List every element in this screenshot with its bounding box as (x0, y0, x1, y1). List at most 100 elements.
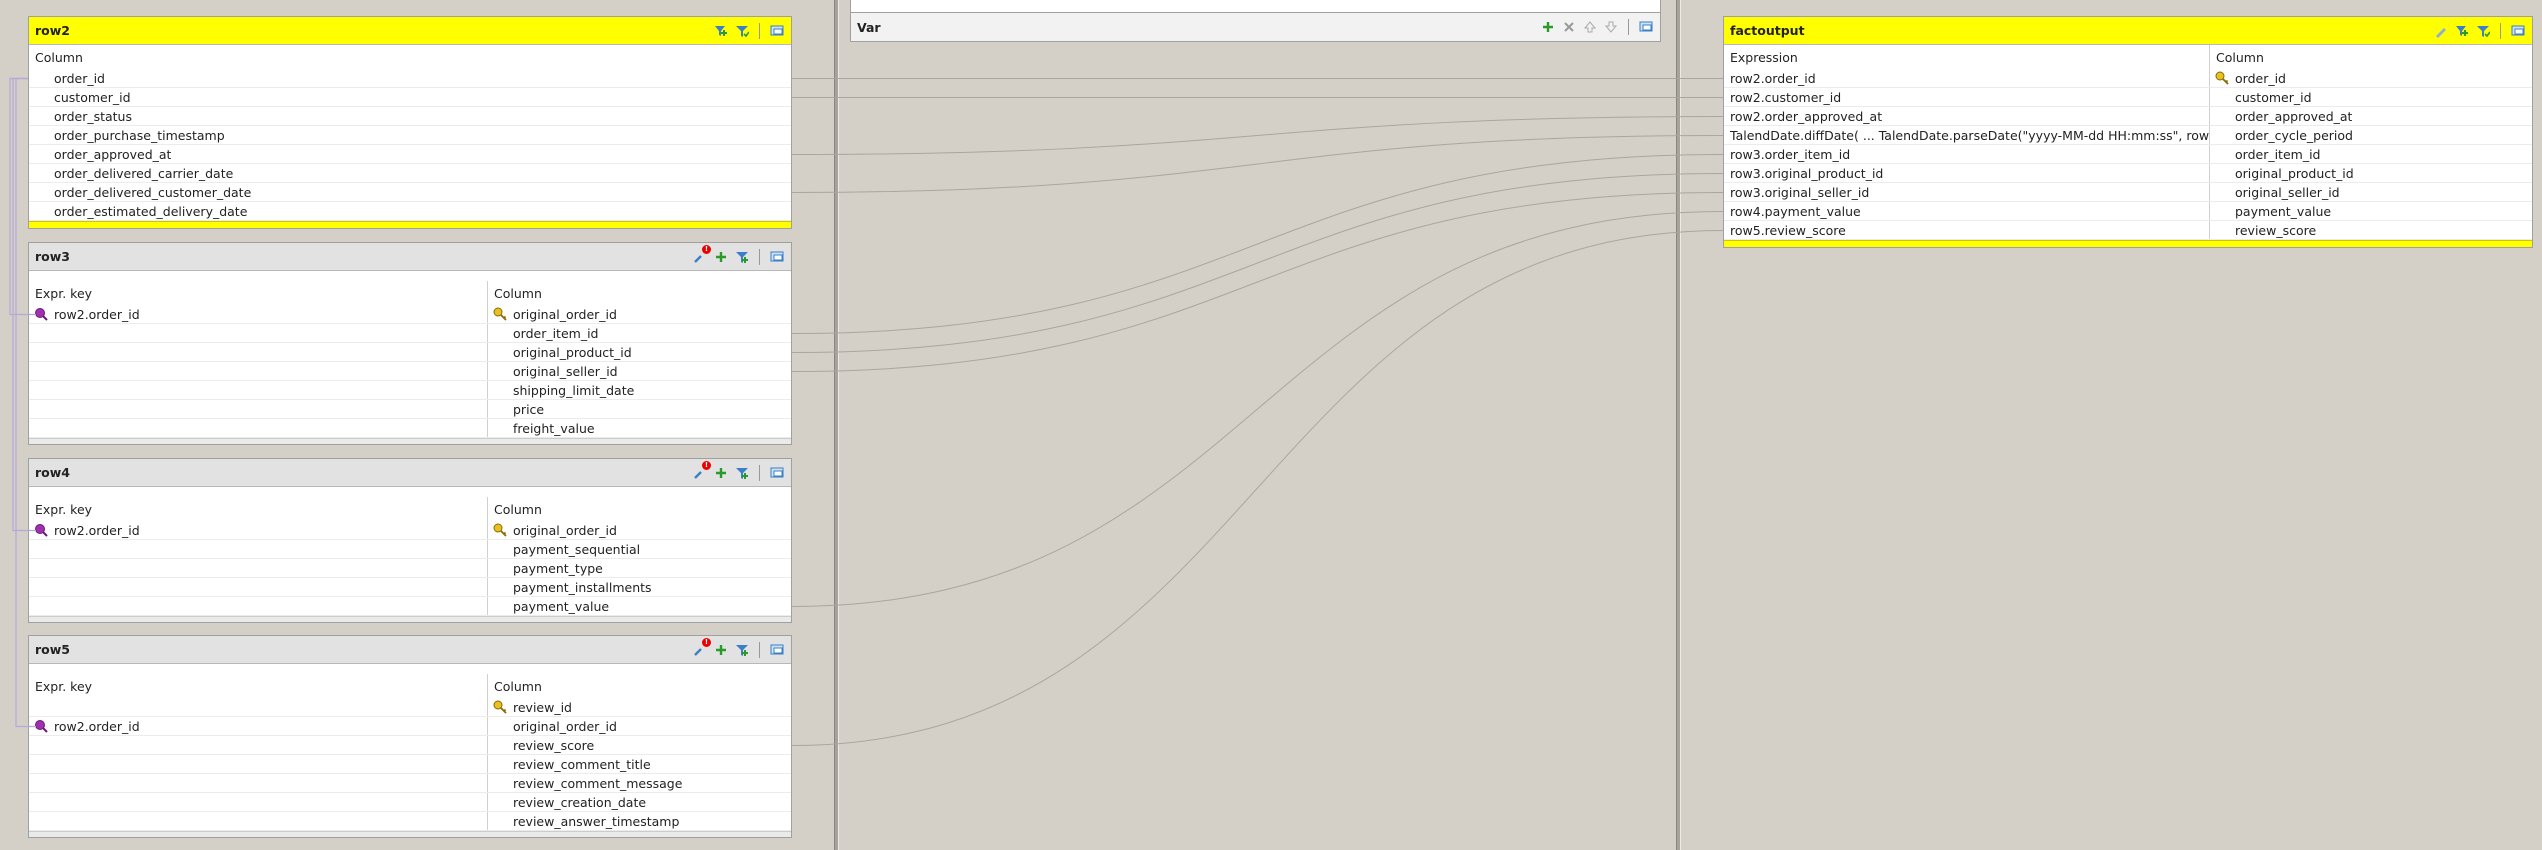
expr-key-cell[interactable] (29, 774, 487, 792)
add-icon[interactable] (1540, 19, 1556, 35)
output-column[interactable]: customer_id (2209, 88, 2312, 106)
add-column-icon[interactable] (713, 465, 729, 481)
remove-icon[interactable] (1561, 19, 1577, 35)
expression-cell[interactable]: row3.original_seller_id (1724, 183, 2209, 201)
filter-icon[interactable] (734, 249, 750, 265)
table-row[interactable]: payment_sequential (29, 540, 791, 559)
table-row[interactable]: order_purchase_timestamp (29, 126, 791, 145)
output-column[interactable]: original_product_id (2209, 164, 2354, 182)
table-row[interactable]: payment_installments (29, 578, 791, 597)
table-row[interactable]: order_approved_at (29, 145, 791, 164)
table-row[interactable]: review_creation_date (29, 793, 791, 812)
filter-icon[interactable] (734, 642, 750, 658)
expr-key-cell[interactable] (29, 381, 487, 399)
expr-key-cell[interactable]: row2.order_id (29, 305, 487, 323)
table-row[interactable]: review_id (29, 698, 791, 717)
table-row[interactable]: order_status (29, 107, 791, 126)
table-row[interactable]: shipping_limit_date (29, 381, 791, 400)
expression-cell[interactable]: row3.original_product_id (1724, 164, 2209, 182)
expression-cell[interactable]: row2.order_id (1724, 69, 2209, 87)
table-row[interactable]: order_delivered_customer_date (29, 183, 791, 202)
column-name[interactable]: payment_value (487, 597, 609, 615)
table-row[interactable]: row3.order_item_id order_item_id (1724, 145, 2532, 164)
column-name[interactable]: order_approved_at (29, 145, 171, 163)
column-name[interactable]: review_comment_title (487, 755, 651, 773)
column-name[interactable]: original_product_id (487, 343, 632, 361)
column-name[interactable]: review_answer_timestamp (487, 812, 679, 830)
table-row[interactable]: row2.customer_id customer_id (1724, 88, 2532, 107)
table-row[interactable]: price (29, 400, 791, 419)
table-row[interactable]: payment_value (29, 597, 791, 616)
lookup-settings-icon[interactable]: ! (692, 460, 711, 481)
column-name[interactable]: payment_type (487, 559, 603, 577)
table-row[interactable]: row2.order_id original_order_id (29, 305, 791, 324)
add-filter-icon[interactable] (713, 23, 729, 39)
column-name[interactable]: order_status (29, 107, 132, 125)
expression-cell[interactable]: row2.order_approved_at (1724, 107, 2209, 125)
table-row[interactable]: row3.original_product_id original_product… (1724, 164, 2532, 183)
column-name[interactable]: price (487, 400, 544, 418)
table-row[interactable]: row2.order_id original_order_id (29, 521, 791, 540)
add-column-icon[interactable] (713, 249, 729, 265)
add-filter-icon[interactable] (2454, 23, 2470, 39)
expr-key-cell[interactable] (29, 362, 487, 380)
column-name-key[interactable]: original_order_id (487, 305, 617, 323)
output-column[interactable]: order_item_id (2209, 145, 2320, 163)
column-name[interactable]: payment_sequential (487, 540, 640, 558)
minimize-icon[interactable] (769, 249, 785, 265)
column-name[interactable]: order_delivered_carrier_date (29, 164, 233, 182)
table-row[interactable]: row2.order_id order_id (1724, 69, 2532, 88)
table-row[interactable]: order_id (29, 69, 791, 88)
column-name-key[interactable]: original_order_id (487, 521, 617, 539)
table-row[interactable]: row2.order_id original_order_id (29, 717, 791, 736)
table-row[interactable]: order_delivered_carrier_date (29, 164, 791, 183)
table-row[interactable]: order_item_id (29, 324, 791, 343)
expr-key-cell[interactable] (29, 324, 487, 342)
expr-key-cell[interactable] (29, 540, 487, 558)
filter-icon[interactable] (734, 23, 750, 39)
minimize-icon[interactable] (769, 642, 785, 658)
expression-cell[interactable]: TalendDate.diffDate( ... TalendDate.pars… (1724, 126, 2209, 144)
table-row[interactable]: review_score (29, 736, 791, 755)
output-column[interactable]: review_score (2209, 221, 2316, 239)
output-column[interactable]: payment_value (2209, 202, 2331, 220)
column-name[interactable]: order_id (29, 69, 105, 87)
table-row[interactable]: original_seller_id (29, 362, 791, 381)
minimize-icon[interactable] (2510, 23, 2526, 39)
column-name[interactable]: order_purchase_timestamp (29, 126, 225, 144)
output-column[interactable]: order_cycle_period (2209, 126, 2353, 144)
lookup-settings-icon[interactable]: ! (692, 244, 711, 265)
output-column-key[interactable]: order_id (2209, 69, 2286, 87)
column-name[interactable]: payment_installments (487, 578, 652, 596)
table-row[interactable]: review_comment_message (29, 774, 791, 793)
var-panel[interactable] (839, 0, 1670, 850)
column-name[interactable]: review_creation_date (487, 793, 646, 811)
filter-icon[interactable] (734, 465, 750, 481)
column-name[interactable]: review_comment_message (487, 774, 682, 792)
table-row[interactable]: freight_value (29, 419, 791, 438)
expr-key-cell[interactable] (29, 343, 487, 361)
table-row[interactable]: TalendDate.diffDate( ... TalendDate.pars… (1724, 126, 2532, 145)
expression-cell[interactable]: row3.order_item_id (1724, 145, 2209, 163)
expr-key-cell[interactable] (29, 419, 487, 437)
table-row[interactable]: row2.order_approved_at order_approved_at (1724, 107, 2532, 126)
table-row[interactable]: row3.original_seller_id original_seller_i… (1724, 183, 2532, 202)
column-name[interactable]: freight_value (487, 419, 595, 437)
table-row[interactable]: review_answer_timestamp (29, 812, 791, 831)
expr-key-cell[interactable]: row2.order_id (29, 521, 487, 539)
column-name[interactable]: original_order_id (487, 717, 617, 735)
output-column[interactable]: order_approved_at (2209, 107, 2352, 125)
lookup-settings-icon[interactable]: ! (692, 637, 711, 658)
expression-cell[interactable]: row4.payment_value (1724, 202, 2209, 220)
expression-cell[interactable]: row5.review_score (1724, 221, 2209, 239)
expr-key-cell[interactable] (29, 578, 487, 596)
move-down-icon[interactable] (1603, 19, 1619, 35)
table-row[interactable]: row4.payment_value payment_value (1724, 202, 2532, 221)
filter-icon[interactable] (2475, 23, 2491, 39)
column-name[interactable]: order_item_id (487, 324, 598, 342)
minimize-icon[interactable] (769, 465, 785, 481)
expression-cell[interactable]: row2.customer_id (1724, 88, 2209, 106)
column-name[interactable]: order_estimated_delivery_date (29, 202, 247, 220)
table-row[interactable]: order_estimated_delivery_date (29, 202, 791, 221)
column-name[interactable]: original_seller_id (487, 362, 618, 380)
